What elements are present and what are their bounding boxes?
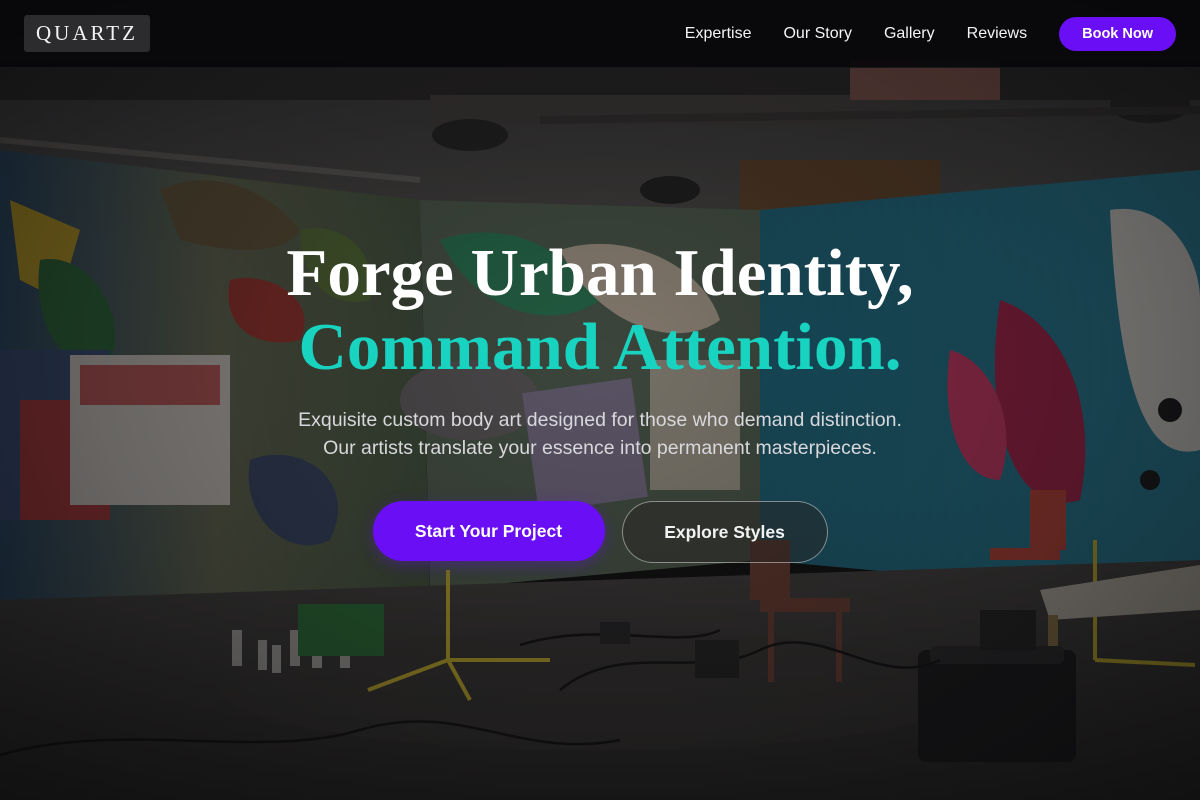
hero-subtitle-line-2: Our artists translate your essence into … <box>323 437 877 459</box>
nav-link-gallery[interactable]: Gallery <box>884 25 935 43</box>
hero-subtitle-line-1: Exquisite custom body art designed for t… <box>298 409 902 431</box>
brand-logo[interactable]: QUARTZ <box>24 15 150 52</box>
nav-link-expertise[interactable]: Expertise <box>685 25 752 43</box>
start-your-project-button[interactable]: Start Your Project <box>372 501 605 561</box>
top-navbar: QUARTZ Expertise Our Story Gallery Revie… <box>0 0 1200 68</box>
hero-section: Forge Urban Identity, Command Attention.… <box>0 68 1200 800</box>
hero-headline-line-1: Forge Urban Identity, <box>286 236 914 310</box>
hero-cta-group: Start Your Project Explore Styles <box>0 501 1200 563</box>
hero-subtitle: Exquisite custom body art designed for t… <box>0 406 1200 462</box>
nav-link-our-story[interactable]: Our Story <box>783 25 851 43</box>
explore-styles-button[interactable]: Explore Styles <box>621 501 828 563</box>
book-now-button[interactable]: Book Now <box>1059 16 1176 51</box>
hero-headline-line-2: Command Attention. <box>298 310 902 384</box>
nav-menu: Expertise Our Story Gallery Reviews Book… <box>685 16 1176 51</box>
nav-link-reviews[interactable]: Reviews <box>967 25 1027 43</box>
